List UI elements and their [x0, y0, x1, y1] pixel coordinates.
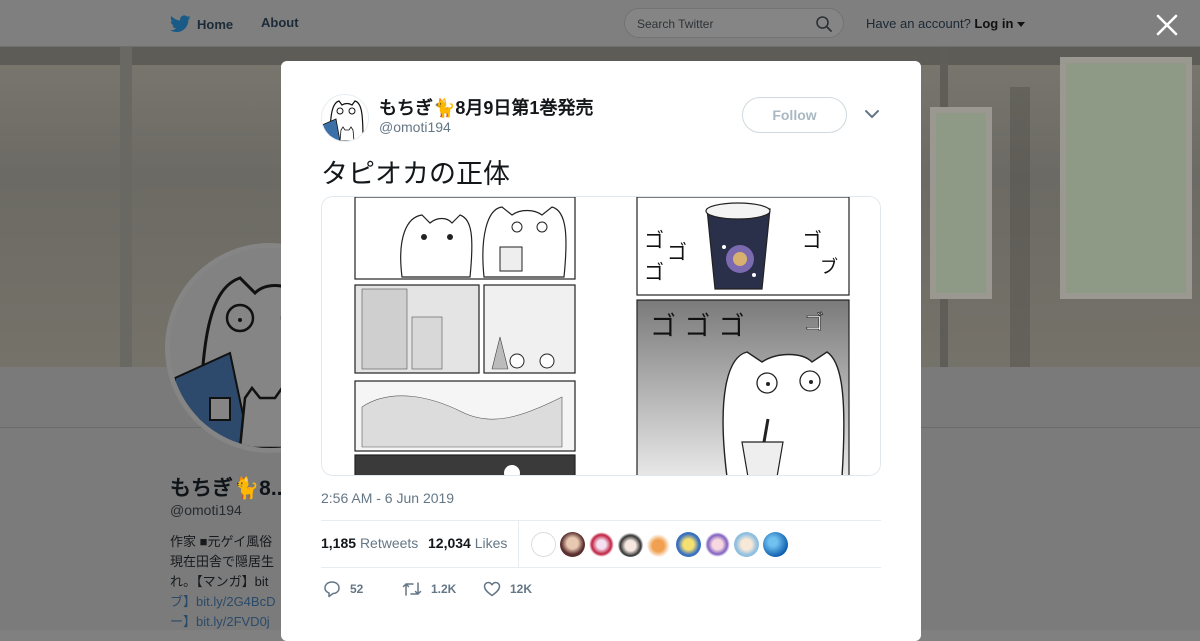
svg-text:ゴ: ゴ: [644, 260, 664, 284]
search-icon[interactable]: [815, 15, 833, 33]
search-box: [624, 8, 844, 39]
heart-icon: [483, 581, 501, 597]
bio-line[interactable]: ブ】bit.ly/2G4BcD: [170, 592, 290, 612]
top-navigation-bar: Home About Have an account? Log in: [0, 0, 1200, 47]
manga-comic-image[interactable]: ゴ ゴ ゴ ゴ ブ ゴ ゴ ゴ ゴ: [322, 197, 881, 476]
divider: [321, 567, 881, 568]
reply-action[interactable]: 52: [323, 580, 363, 598]
svg-text:ブ: ブ: [820, 256, 838, 278]
retweet-action[interactable]: 1.2K: [402, 580, 456, 598]
liker-avatar[interactable]: [531, 532, 556, 557]
chevron-down-icon: [1017, 22, 1026, 27]
account-prompt: Have an account? Log in: [866, 16, 1026, 31]
divider: [321, 520, 881, 521]
retweet-count: 1.2K: [431, 582, 457, 596]
divider: [518, 521, 519, 567]
tweet-permalink-modal: もちぎ🐈8月9日第1巻発売 @omoti194 Follow タピオカの正体 ゴ…: [281, 61, 921, 641]
svg-text:ゴ: ゴ: [804, 310, 824, 334]
home-label: Home: [197, 16, 234, 32]
bio-line: 作家 ■元ゲイ風俗: [170, 534, 273, 549]
liker-avatar[interactable]: [763, 532, 788, 557]
retweet-icon: [402, 582, 422, 596]
liker-avatars: [531, 532, 788, 557]
likes-stat[interactable]: 12,034 Likes: [428, 535, 507, 551]
reply-icon: [324, 581, 340, 598]
background-profile-handle: @omoti194: [170, 502, 242, 518]
login-link[interactable]: Log in: [974, 16, 1026, 31]
login-label: Log in: [974, 16, 1014, 31]
retweets-stat[interactable]: 1,185 Retweets: [321, 535, 418, 551]
background-profile-bio: 作家 ■元ゲイ風俗 現在田舎で隠居生 れ。【マンガ】bit ブ】bit.ly/2…: [170, 532, 290, 632]
liker-avatar[interactable]: [647, 532, 672, 557]
tweet-timestamp[interactable]: 2:56 AM - 6 Jun 2019: [321, 490, 454, 506]
svg-text:ゴ: ゴ: [667, 240, 687, 264]
home-nav-link[interactable]: Home: [170, 15, 233, 33]
svg-text:ゴ: ゴ: [802, 228, 822, 252]
retweets-count: 1,185: [321, 535, 357, 551]
bio-line[interactable]: ー】bit.ly/2FVD0j: [170, 612, 290, 632]
tweet-media-images[interactable]: ゴ ゴ ゴ ゴ ブ ゴ ゴ ゴ ゴ: [321, 196, 881, 476]
like-count: 12K: [510, 582, 533, 596]
cat-avatar-icon: [322, 95, 368, 141]
liker-avatar[interactable]: [618, 532, 643, 557]
bio-line: れ。【マンガ】bit: [170, 574, 269, 589]
like-action[interactable]: 12K: [483, 580, 532, 598]
about-nav-link[interactable]: About: [261, 15, 299, 30]
bio-line: 現在田舎で隠居生: [170, 554, 275, 569]
reply-count: 52: [350, 582, 364, 596]
close-icon[interactable]: [1154, 12, 1180, 38]
account-prompt-label: Have an account?: [866, 16, 971, 31]
about-label: About: [261, 15, 299, 30]
follow-button[interactable]: Follow: [742, 97, 847, 133]
likes-count: 12,034: [428, 535, 471, 551]
background-profile-name: もちぎ🐈8...: [170, 477, 289, 500]
svg-text:ゴ ゴ ゴ: ゴ ゴ ゴ: [650, 312, 745, 342]
liker-avatar[interactable]: [676, 532, 701, 557]
tweet-author-name[interactable]: もちぎ🐈8月9日第1巻発売: [379, 94, 593, 120]
tweet-text: タピオカの正体: [321, 159, 510, 189]
twitter-bird-icon: [170, 15, 191, 33]
liker-avatar[interactable]: [734, 532, 759, 557]
svg-text:ゴ: ゴ: [644, 228, 664, 252]
tweet-author-handle[interactable]: @omoti194: [379, 119, 451, 135]
chevron-down-icon[interactable]: [865, 109, 879, 119]
likes-label: Likes: [474, 535, 508, 551]
liker-avatar[interactable]: [589, 532, 614, 557]
liker-avatar[interactable]: [705, 532, 730, 557]
tweet-author-avatar[interactable]: [321, 94, 369, 142]
liker-avatar[interactable]: [560, 532, 585, 557]
retweets-label: Retweets: [359, 535, 419, 551]
search-input[interactable]: [625, 9, 809, 39]
